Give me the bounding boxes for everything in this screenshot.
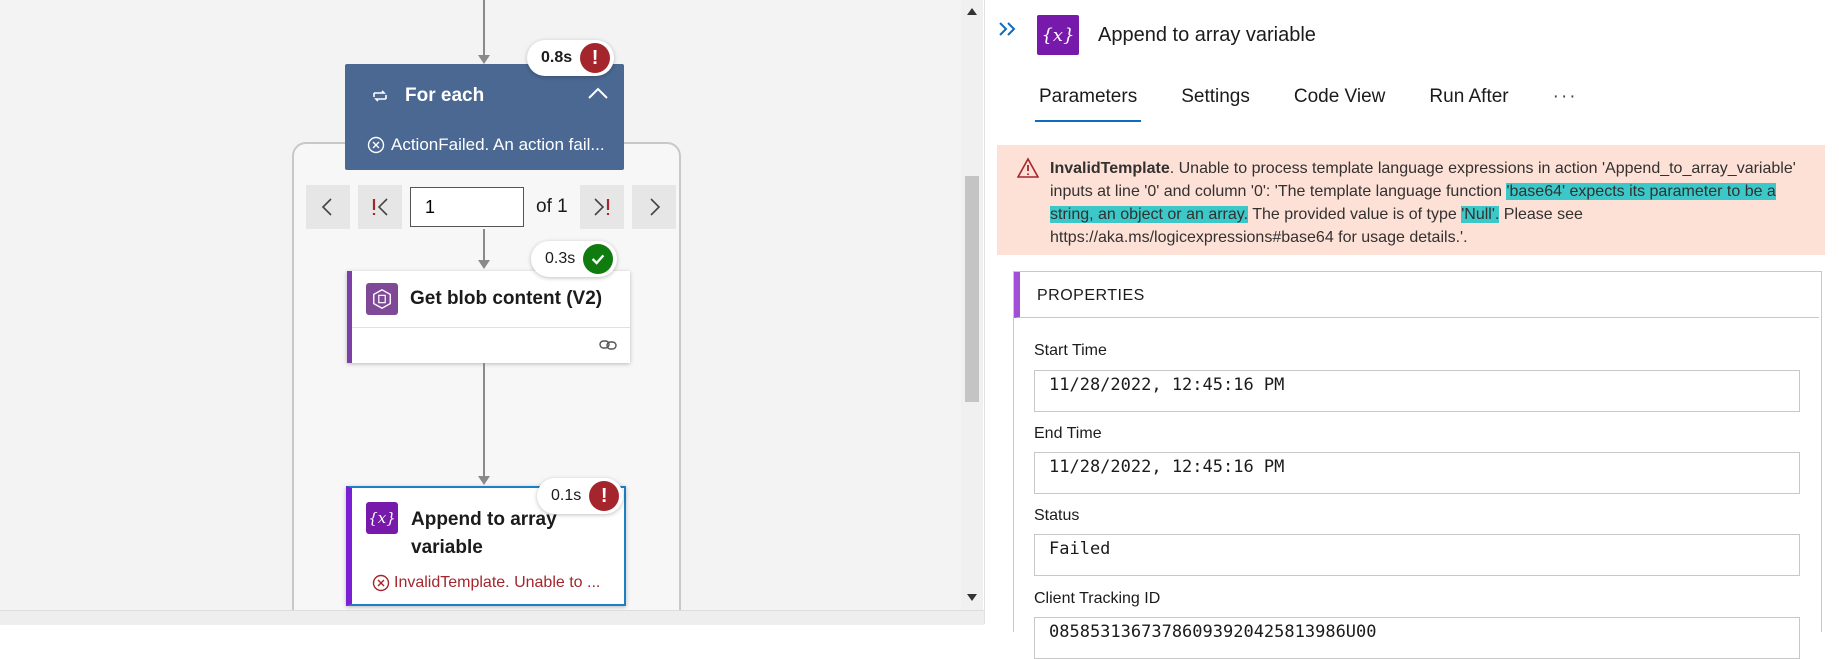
- tracking-id-field: 08585313673786093920425813986U00: [1034, 617, 1800, 659]
- status-label: Status: [1034, 507, 1080, 524]
- canvas-horizontal-scrollbar[interactable]: [0, 610, 984, 625]
- append-error-text: InvalidTemplate. Unable to ...: [394, 574, 601, 591]
- end-time-label: End Time: [1034, 425, 1102, 442]
- error-message-banner: InvalidTemplate. Unable to process templ…: [997, 145, 1825, 255]
- duration-text: 0.1s: [551, 487, 582, 504]
- tab-settings[interactable]: Settings: [1181, 86, 1250, 122]
- next-button[interactable]: [631, 185, 676, 229]
- start-time-field: 11/28/2022, 12:45:16 PM: [1034, 370, 1800, 412]
- foreach-error-text: ActionFailed. An action fail...: [391, 135, 605, 154]
- end-time-field: 11/28/2022, 12:45:16 PM: [1034, 452, 1800, 494]
- next-failed-button[interactable]: [579, 185, 624, 229]
- previous-failed-icon: [372, 198, 388, 216]
- error-message-text: InvalidTemplate. Unable to process templ…: [1050, 157, 1810, 249]
- designer-canvas[interactable]: For each ActionFailed. An action fail...…: [0, 0, 968, 610]
- properties-section: PROPERTIES Start Time 11/28/2022, 12:45:…: [1013, 271, 1822, 659]
- connector-arrow: [478, 476, 490, 485]
- highlighted-text: 'Null'.: [1461, 206, 1500, 223]
- blob-storage-icon: [366, 283, 398, 315]
- link-icon[interactable]: [598, 335, 618, 355]
- start-time-label: Start Time: [1034, 342, 1107, 359]
- details-panel: {x} Append to array variable Parameters …: [984, 0, 1839, 659]
- collapse-panel-icon[interactable]: [997, 18, 1019, 40]
- page-count-label: of 1: [536, 196, 568, 217]
- more-tabs-button[interactable]: ···: [1553, 86, 1578, 122]
- error-status-icon: !: [589, 481, 620, 511]
- tab-run-after[interactable]: Run After: [1429, 86, 1508, 122]
- connector-line: [483, 363, 485, 477]
- scroll-thumb[interactable]: [965, 176, 979, 402]
- foreach-action-card[interactable]: For each ActionFailed. An action fail...: [345, 64, 624, 170]
- get-blob-title: Get blob content (V2): [410, 288, 603, 309]
- connector-arrow: [478, 260, 490, 269]
- scroll-down-arrow[interactable]: [967, 594, 977, 601]
- foreach-title: For each: [405, 85, 485, 106]
- warning-icon: [1017, 157, 1039, 178]
- duration-text: 0.3s: [545, 250, 576, 267]
- connector-line: [483, 0, 485, 55]
- canvas-vertical-scrollbar[interactable]: [961, 0, 983, 610]
- tab-parameters[interactable]: Parameters: [1034, 86, 1142, 122]
- iteration-pager: of 1: [306, 185, 676, 229]
- append-title: Append to array variable: [411, 509, 557, 558]
- loop-icon: [373, 90, 387, 102]
- duration-text: 0.8s: [541, 49, 573, 66]
- page-number-input[interactable]: [410, 187, 524, 227]
- error-circle-icon: [372, 574, 390, 592]
- error-code: InvalidTemplate: [1050, 160, 1170, 177]
- append-duration-badge: 0.1s !: [537, 478, 624, 514]
- get-blob-duration-badge: 0.3s: [531, 241, 618, 277]
- scroll-up-arrow[interactable]: [967, 8, 977, 15]
- properties-header[interactable]: PROPERTIES: [1014, 272, 1819, 318]
- properties-header-label: PROPERTIES: [1037, 287, 1145, 304]
- panel-tabs: Parameters Settings Code View Run After …: [1034, 86, 1578, 122]
- variable-icon: {x}: [366, 502, 398, 534]
- get-blob-action-card[interactable]: Get blob content (V2): [347, 271, 630, 363]
- error-status-icon: !: [580, 43, 611, 73]
- variable-icon: {x}: [1037, 15, 1079, 55]
- chevron-right-icon: [650, 198, 660, 216]
- connector-line: [483, 229, 485, 261]
- card-divider: [352, 327, 630, 328]
- chevron-left-icon: [321, 198, 332, 216]
- foreach-duration-badge: 0.8s !: [527, 40, 615, 76]
- tracking-id-label: Client Tracking ID: [1034, 590, 1161, 607]
- panel-title: Append to array variable: [1098, 24, 1316, 46]
- tab-code-view[interactable]: Code View: [1294, 86, 1386, 122]
- chevron-up-icon[interactable]: [586, 82, 610, 106]
- error-text-part: The provided value is of type: [1248, 206, 1462, 223]
- previous-failed-button[interactable]: [358, 185, 402, 229]
- error-circle-icon: [367, 136, 385, 154]
- previous-button[interactable]: [306, 185, 350, 229]
- success-check-icon: [583, 244, 614, 274]
- next-failed-icon: [594, 198, 609, 216]
- connector-arrow: [478, 55, 490, 64]
- status-field: Failed: [1034, 534, 1800, 576]
